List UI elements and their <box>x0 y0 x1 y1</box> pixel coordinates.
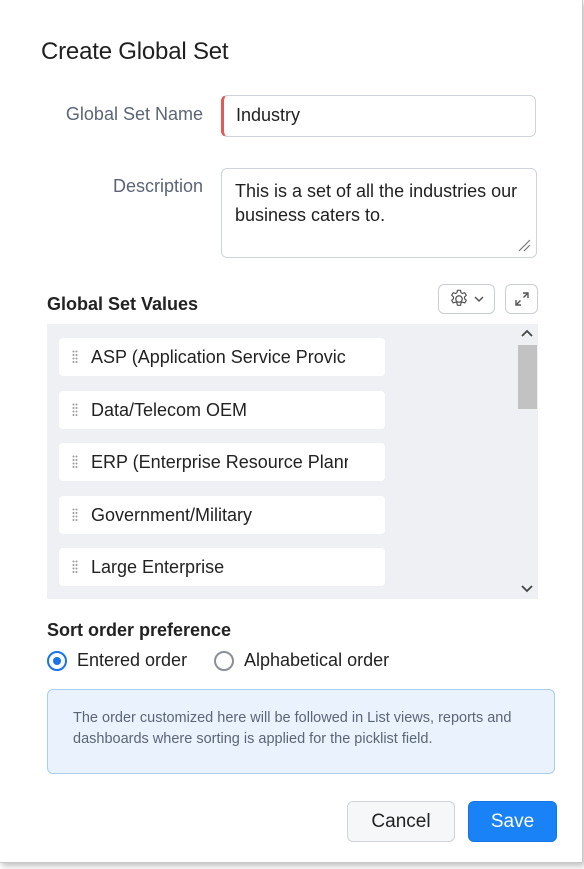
drag-handle-icon[interactable] <box>72 508 78 522</box>
dialog-title: Create Global Set <box>41 38 229 65</box>
list-item[interactable]: Large Enterprise <box>59 548 385 586</box>
entered-order-label[interactable]: Entered order <box>77 650 187 671</box>
list-item[interactable]: ERP (Enterprise Resource Planr <box>59 443 385 481</box>
alphabetical-order-radio[interactable] <box>214 651 234 671</box>
settings-dropdown-button[interactable] <box>438 284 495 314</box>
expand-icon <box>514 292 529 306</box>
cancel-button[interactable]: Cancel <box>347 801 455 842</box>
alphabetical-order-label[interactable]: Alphabetical order <box>244 650 389 671</box>
list-item-label: Data/Telecom OEM <box>91 399 248 420</box>
save-button[interactable]: Save <box>468 801 557 842</box>
create-global-set-dialog: Create Global Set Global Set Name Indust… <box>0 0 583 863</box>
scroll-thumb[interactable] <box>518 345 537 409</box>
drag-handle-icon[interactable] <box>72 403 78 417</box>
entered-order-radio[interactable] <box>47 651 67 671</box>
global-set-name-input[interactable]: Industry <box>221 95 536 137</box>
scroll-up-arrow-icon[interactable] <box>520 328 534 338</box>
description-label: Description <box>112 176 203 196</box>
global-set-values-title: Global Set Values <box>47 294 199 314</box>
gear-icon <box>451 289 467 306</box>
scroll-down-arrow-icon[interactable] <box>520 584 534 594</box>
global-set-values-list[interactable]: ASP (Application Service Provic Data/Tel… <box>47 324 538 599</box>
drag-handle-icon[interactable] <box>72 560 78 574</box>
drag-handle-icon[interactable] <box>72 350 78 364</box>
list-item-label: Large Enterprise <box>91 556 225 577</box>
list-item-label: ASP (Application Service Provic <box>91 346 346 367</box>
list-item-label: ERP (Enterprise Resource Planr <box>91 451 348 472</box>
list-item[interactable]: Data/Telecom OEM <box>59 391 385 429</box>
info-message-text: The order customized here will be follow… <box>73 710 512 747</box>
info-message: The order customized here will be follow… <box>47 689 555 774</box>
description-textarea[interactable]: This is a set of all the industries our … <box>221 168 537 258</box>
drag-handle-icon[interactable] <box>72 455 78 469</box>
expand-button[interactable] <box>505 284 538 314</box>
resize-grip-icon[interactable] <box>517 238 531 252</box>
list-item-label: Government/Military <box>91 504 253 525</box>
list-item[interactable]: Government/Military <box>59 496 385 534</box>
description-text: This is a set of all the industries our … <box>235 181 518 225</box>
global-set-name-label: Global Set Name <box>65 104 203 124</box>
list-item[interactable]: ASP (Application Service Provic <box>59 338 385 376</box>
chevron-down-icon <box>474 296 484 303</box>
sort-order-title: Sort order preference <box>47 620 232 640</box>
values-scrollbar[interactable] <box>516 324 538 599</box>
